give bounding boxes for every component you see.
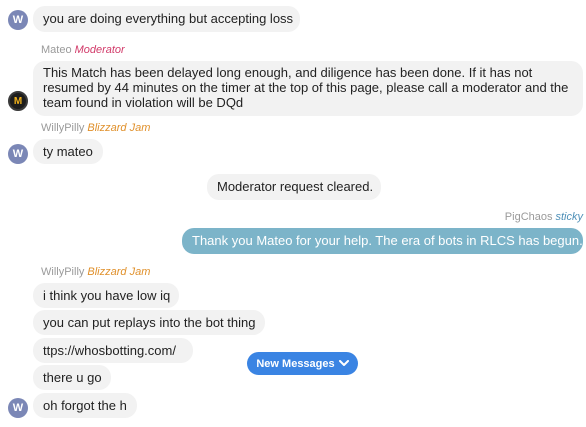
chat-thread: W you are doing everything but accepting… [0,0,586,427]
sender-role-badge: sticky [555,211,584,223]
message-bubble: i think you have low iq [33,283,179,308]
message-sender: Mateo Moderator [41,44,125,56]
message-bubble: there u go [33,365,111,390]
user-avatar[interactable]: W [8,10,28,30]
system-message: Moderator request cleared. [207,174,381,200]
sender-name[interactable]: PigChaos [505,211,553,223]
message-sender: WillyPilly Blizzard Jam [41,122,150,134]
message-bubble: ty mateo [33,139,103,164]
message-sender: WillyPilly Blizzard Jam [41,266,150,278]
chevron-down-icon [338,360,349,366]
moderator-avatar[interactable]: M [8,91,28,111]
user-avatar[interactable]: W [8,144,28,164]
sender-name[interactable]: WillyPilly [41,122,84,134]
sender-name[interactable]: Mateo [41,44,72,56]
new-messages-label: New Messages [256,357,335,370]
sender-name[interactable]: WillyPilly [41,266,84,278]
message-bubble: you can put replays into the bot thing [33,310,265,335]
own-message-bubble: Thank you Mateo for your help. The era o… [182,228,583,254]
message-bubble: ttps://whosbotting.com/ [33,338,193,363]
new-messages-button[interactable]: New Messages [247,352,358,375]
sender-role-badge: Blizzard Jam [87,122,151,134]
sender-role-badge: Moderator [74,44,125,56]
message-bubble: oh forgot the h [33,393,137,418]
user-avatar[interactable]: W [8,398,28,418]
message-sender: PigChaos sticky [505,211,583,223]
message-bubble: you are doing everything but accepting l… [33,6,300,32]
message-bubble: This Match has been delayed long enough,… [33,61,583,116]
sender-role-badge: Blizzard Jam [87,266,151,278]
